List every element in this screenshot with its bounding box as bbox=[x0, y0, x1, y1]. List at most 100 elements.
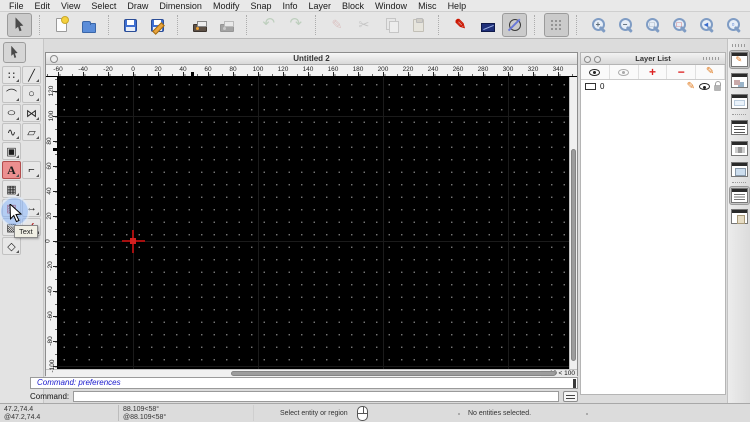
pen-gray-icon bbox=[330, 17, 346, 33]
menu-window[interactable]: Window bbox=[375, 1, 407, 11]
edit-pen-button[interactable] bbox=[325, 13, 350, 37]
document-titlebar[interactable]: Untitled 2 bbox=[46, 53, 577, 65]
horizontal-scrollbar-thumb[interactable] bbox=[231, 371, 556, 376]
zoom-redraw-button[interactable] bbox=[667, 13, 692, 37]
panel-float-icon[interactable] bbox=[594, 56, 601, 63]
menu-view[interactable]: View bbox=[61, 1, 80, 11]
zoom-out-button[interactable] bbox=[613, 13, 638, 37]
circle-tool-button[interactable]: ○ bbox=[22, 85, 41, 103]
grid-toggle-button[interactable] bbox=[544, 13, 569, 37]
menu-dimension[interactable]: Dimension bbox=[159, 1, 202, 11]
preview-dock-toggle[interactable] bbox=[729, 92, 750, 111]
history-scrollbar[interactable] bbox=[573, 379, 576, 388]
polygon-tool-icon: ▱ bbox=[27, 126, 35, 139]
vertical-scrollbar-thumb[interactable] bbox=[571, 149, 576, 361]
window-close-icon[interactable] bbox=[50, 55, 58, 63]
command-input[interactable] bbox=[73, 391, 559, 402]
ruler-label: 0 bbox=[44, 239, 51, 243]
spline-tool-button[interactable]: ∿ bbox=[2, 123, 21, 141]
save-as-button[interactable] bbox=[145, 13, 170, 37]
undo-button[interactable] bbox=[256, 13, 281, 37]
remove-layer-button[interactable]: − bbox=[667, 65, 696, 79]
save-button[interactable] bbox=[118, 13, 143, 37]
text-window-icon bbox=[731, 188, 748, 203]
printer-icon bbox=[193, 24, 207, 32]
command-dock-toggle[interactable] bbox=[729, 186, 750, 205]
menu-misc[interactable]: Misc bbox=[418, 1, 437, 11]
eye-icon[interactable] bbox=[699, 83, 710, 90]
menu-info[interactable]: Info bbox=[283, 1, 298, 11]
add-layer-button[interactable]: + bbox=[639, 65, 668, 79]
panel-drag-handle[interactable] bbox=[703, 57, 721, 60]
command-options-button[interactable] bbox=[563, 391, 578, 402]
toolbar-separator bbox=[315, 15, 320, 35]
zoom-previous-button[interactable] bbox=[694, 13, 719, 37]
eye-off-icon bbox=[618, 69, 629, 76]
ruler-tick bbox=[53, 341, 57, 342]
cut-button[interactable] bbox=[352, 13, 377, 37]
panel-close-icon[interactable] bbox=[584, 56, 591, 63]
edit-layer-button[interactable]: ✎ bbox=[696, 65, 725, 79]
plot-button[interactable] bbox=[475, 13, 500, 37]
media-dock-toggle[interactable] bbox=[729, 160, 750, 179]
lock-icon[interactable] bbox=[714, 85, 721, 91]
pen-button[interactable] bbox=[448, 13, 473, 37]
dimension-tool-button[interactable]: ⌐ bbox=[22, 161, 41, 179]
menu-snap[interactable]: Snap bbox=[250, 1, 271, 11]
text-tool-button[interactable]: A bbox=[2, 161, 21, 179]
horizontal-scrollbar[interactable] bbox=[46, 370, 541, 377]
line-tool-button[interactable]: ╱ bbox=[22, 66, 41, 84]
print-button[interactable] bbox=[187, 13, 212, 37]
show-all-layers-button[interactable] bbox=[581, 65, 610, 79]
menu-select[interactable]: Select bbox=[91, 1, 116, 11]
dock-drag-handle[interactable] bbox=[732, 44, 746, 47]
zoom-auto-button[interactable] bbox=[640, 13, 665, 37]
new-file-button[interactable] bbox=[49, 13, 74, 37]
menu-modify[interactable]: Modify bbox=[213, 1, 240, 11]
arc-tool-button[interactable]: ⌒ bbox=[2, 85, 21, 103]
drawing-canvas[interactable] bbox=[58, 77, 569, 369]
points-tool-button[interactable]: ∷ bbox=[2, 66, 21, 84]
redo-button[interactable] bbox=[283, 13, 308, 37]
paste-button[interactable] bbox=[406, 13, 431, 37]
menu-edit[interactable]: Edit bbox=[35, 1, 51, 11]
mouse-hint-icon bbox=[357, 406, 368, 421]
menu-draw[interactable]: Draw bbox=[127, 1, 148, 11]
mag-plus-icon bbox=[591, 17, 607, 33]
zoom-in-button[interactable] bbox=[586, 13, 611, 37]
insert-tool-button[interactable]: ▣ bbox=[2, 142, 21, 160]
cad-toolbar: ∷╱⌒○○⋈∿▱▣A⌐▦▨↔▧∡◇ Text bbox=[0, 39, 44, 403]
tools-dock-toggle[interactable] bbox=[729, 139, 750, 158]
library-dock-toggle[interactable] bbox=[729, 118, 750, 137]
layer-panel-header[interactable]: Layer List bbox=[581, 53, 725, 65]
print-preview-button[interactable] bbox=[214, 13, 239, 37]
hide-all-layers-button[interactable] bbox=[610, 65, 639, 79]
layer-color-swatch[interactable] bbox=[585, 83, 596, 90]
menu-layer[interactable]: Layer bbox=[309, 1, 332, 11]
ruler-tick bbox=[133, 72, 134, 76]
copy-button[interactable] bbox=[379, 13, 404, 37]
clipboard-dock-toggle[interactable] bbox=[729, 207, 750, 226]
plot-icon bbox=[481, 23, 495, 32]
select-tool-button[interactable] bbox=[3, 42, 26, 63]
action-hint: Select entity or region bbox=[280, 404, 348, 422]
menu-block[interactable]: Block bbox=[342, 1, 364, 11]
image-tool-button[interactable]: ▦ bbox=[2, 180, 21, 198]
open-file-button[interactable] bbox=[76, 13, 101, 37]
polyline-tool-button[interactable]: ⋈ bbox=[22, 104, 41, 122]
blocks-dock-toggle[interactable] bbox=[729, 71, 750, 90]
pencil-icon[interactable]: ✎ bbox=[687, 82, 695, 92]
pen-dock-toggle[interactable] bbox=[729, 50, 750, 69]
zoom-window-button[interactable] bbox=[721, 13, 746, 37]
draft-mode-button[interactable] bbox=[502, 13, 527, 37]
solid-tool-button[interactable]: ◇ bbox=[2, 237, 21, 255]
vertical-scrollbar[interactable] bbox=[569, 77, 577, 369]
menu-help[interactable]: Help bbox=[448, 1, 467, 11]
select-arrow-button[interactable] bbox=[7, 13, 32, 37]
layer-row[interactable]: 0✎ bbox=[581, 80, 725, 93]
ruler-tick bbox=[53, 316, 57, 317]
polygon-tool-button[interactable]: ▱ bbox=[22, 123, 41, 141]
ellipse-tool-button[interactable]: ○ bbox=[2, 104, 21, 122]
menu-file[interactable]: File bbox=[9, 1, 24, 11]
ruler-tick bbox=[108, 72, 109, 76]
